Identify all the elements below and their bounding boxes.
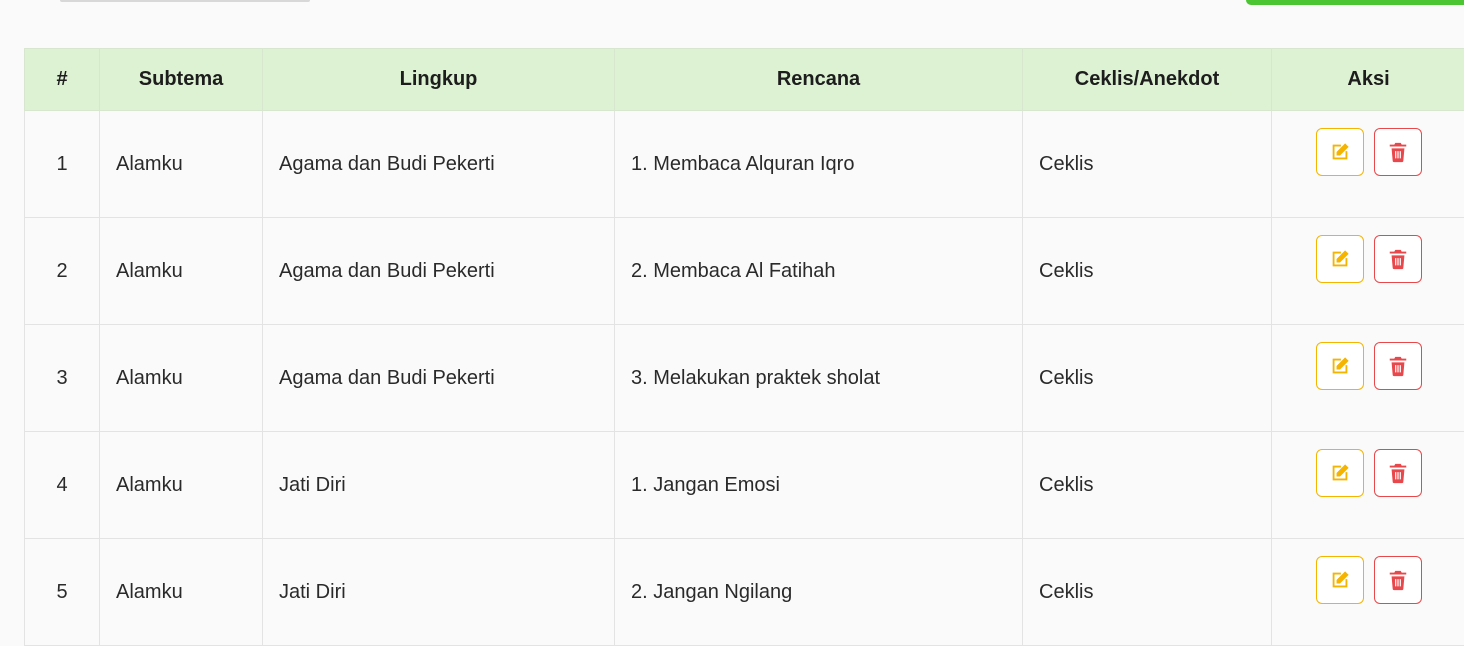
delete-button[interactable] <box>1374 449 1422 497</box>
table-row: 5 Alamku Jati Diri 2. Jangan Ngilang Cek… <box>25 539 1464 646</box>
cell-ceklis-anekdot: Ceklis <box>1023 325 1272 432</box>
cell-aksi <box>1272 432 1464 539</box>
cell-rencana: 2. Membaca Al Fatihah <box>615 218 1023 325</box>
cell-ceklis-anekdot: Ceklis <box>1023 432 1272 539</box>
cell-aksi <box>1272 325 1464 432</box>
edit-button[interactable] <box>1316 449 1364 497</box>
add-button-edge[interactable] <box>1246 0 1464 5</box>
trash-icon <box>1387 462 1409 484</box>
cell-subtema: Alamku <box>100 111 263 218</box>
delete-button[interactable] <box>1374 556 1422 604</box>
cell-lingkup: Jati Diri <box>263 539 615 646</box>
table-row: 2 Alamku Agama dan Budi Pekerti 2. Memba… <box>25 218 1464 325</box>
table-header-row: # Subtema Lingkup Rencana Ceklis/Anekdot… <box>25 49 1464 111</box>
cell-aksi <box>1272 539 1464 646</box>
data-table: # Subtema Lingkup Rencana Ceklis/Anekdot… <box>24 48 1464 646</box>
cell-rencana: 2. Jangan Ngilang <box>615 539 1023 646</box>
cell-subtema: Alamku <box>100 539 263 646</box>
cell-ceklis-anekdot: Ceklis <box>1023 539 1272 646</box>
trash-icon <box>1387 141 1409 163</box>
cell-aksi <box>1272 111 1464 218</box>
header-aksi: Aksi <box>1272 49 1464 111</box>
edit-icon <box>1329 355 1351 377</box>
header-ceklis-anekdot: Ceklis/Anekdot <box>1023 49 1272 111</box>
cell-lingkup: Jati Diri <box>263 432 615 539</box>
header-lingkup: Lingkup <box>263 49 615 111</box>
cell-lingkup: Agama dan Budi Pekerti <box>263 111 615 218</box>
edit-button[interactable] <box>1316 128 1364 176</box>
delete-button[interactable] <box>1374 235 1422 283</box>
trash-icon <box>1387 569 1409 591</box>
header-subtema: Subtema <box>100 49 263 111</box>
cell-subtema: Alamku <box>100 432 263 539</box>
cell-lingkup: Agama dan Budi Pekerti <box>263 325 615 432</box>
cell-ceklis-anekdot: Ceklis <box>1023 218 1272 325</box>
delete-button[interactable] <box>1374 128 1422 176</box>
trash-icon <box>1387 248 1409 270</box>
edit-icon <box>1329 569 1351 591</box>
cell-rencana: 3. Melakukan praktek sholat <box>615 325 1023 432</box>
search-input-edge[interactable] <box>60 0 310 2</box>
cell-number: 3 <box>25 325 100 432</box>
edit-icon <box>1329 462 1351 484</box>
edit-icon <box>1329 248 1351 270</box>
cell-aksi <box>1272 218 1464 325</box>
edit-button[interactable] <box>1316 235 1364 283</box>
cell-lingkup: Agama dan Budi Pekerti <box>263 218 615 325</box>
table-row: 3 Alamku Agama dan Budi Pekerti 3. Melak… <box>25 325 1464 432</box>
trash-icon <box>1387 355 1409 377</box>
cell-ceklis-anekdot: Ceklis <box>1023 111 1272 218</box>
delete-button[interactable] <box>1374 342 1422 390</box>
edit-icon <box>1329 141 1351 163</box>
header-rencana: Rencana <box>615 49 1023 111</box>
cell-rencana: 1. Jangan Emosi <box>615 432 1023 539</box>
cell-number: 4 <box>25 432 100 539</box>
cell-subtema: Alamku <box>100 218 263 325</box>
cell-number: 2 <box>25 218 100 325</box>
edit-button[interactable] <box>1316 342 1364 390</box>
header-number: # <box>25 49 100 111</box>
table-row: 4 Alamku Jati Diri 1. Jangan Emosi Cekli… <box>25 432 1464 539</box>
table-row: 1 Alamku Agama dan Budi Pekerti 1. Memba… <box>25 111 1464 218</box>
edit-button[interactable] <box>1316 556 1364 604</box>
cell-subtema: Alamku <box>100 325 263 432</box>
cell-rencana: 1. Membaca Alquran Iqro <box>615 111 1023 218</box>
cell-number: 5 <box>25 539 100 646</box>
cell-number: 1 <box>25 111 100 218</box>
